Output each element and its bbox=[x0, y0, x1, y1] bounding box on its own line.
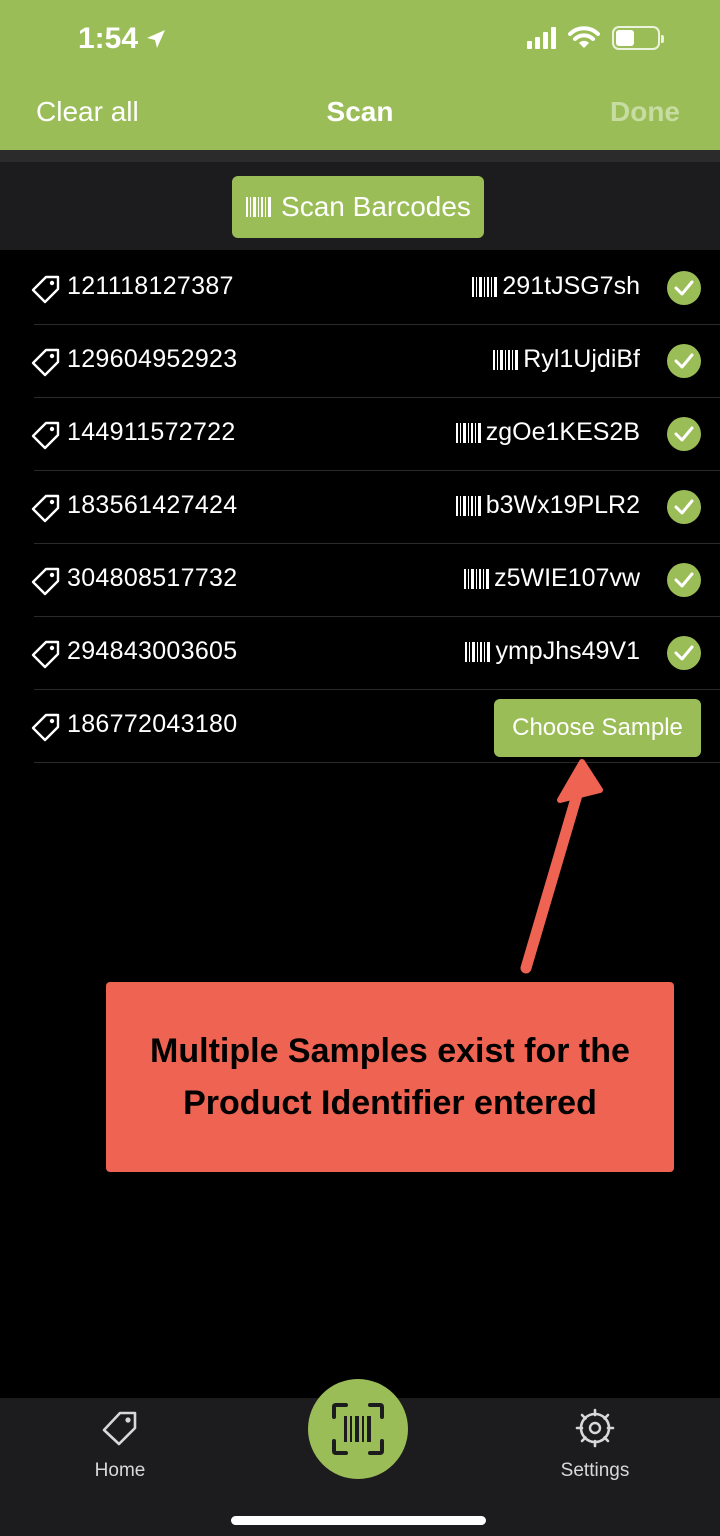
tab-settings[interactable]: Settings bbox=[525, 1408, 665, 1482]
barcode-scan-icon bbox=[332, 1403, 384, 1455]
annotation-arrow bbox=[520, 759, 603, 974]
tab-home[interactable]: Home bbox=[50, 1408, 190, 1482]
tag-icon bbox=[102, 1411, 137, 1446]
center-scan-button[interactable] bbox=[308, 1379, 408, 1479]
tab-home-label: Home bbox=[94, 1460, 146, 1481]
annotation-callout: Multiple Samples exist for the Product I… bbox=[106, 982, 674, 1172]
gear-icon bbox=[575, 1408, 615, 1448]
tab-settings-label: Settings bbox=[560, 1460, 630, 1481]
home-indicator bbox=[231, 1516, 486, 1525]
annotation-callout-text: Multiple Samples exist for the Product I… bbox=[150, 1032, 630, 1122]
